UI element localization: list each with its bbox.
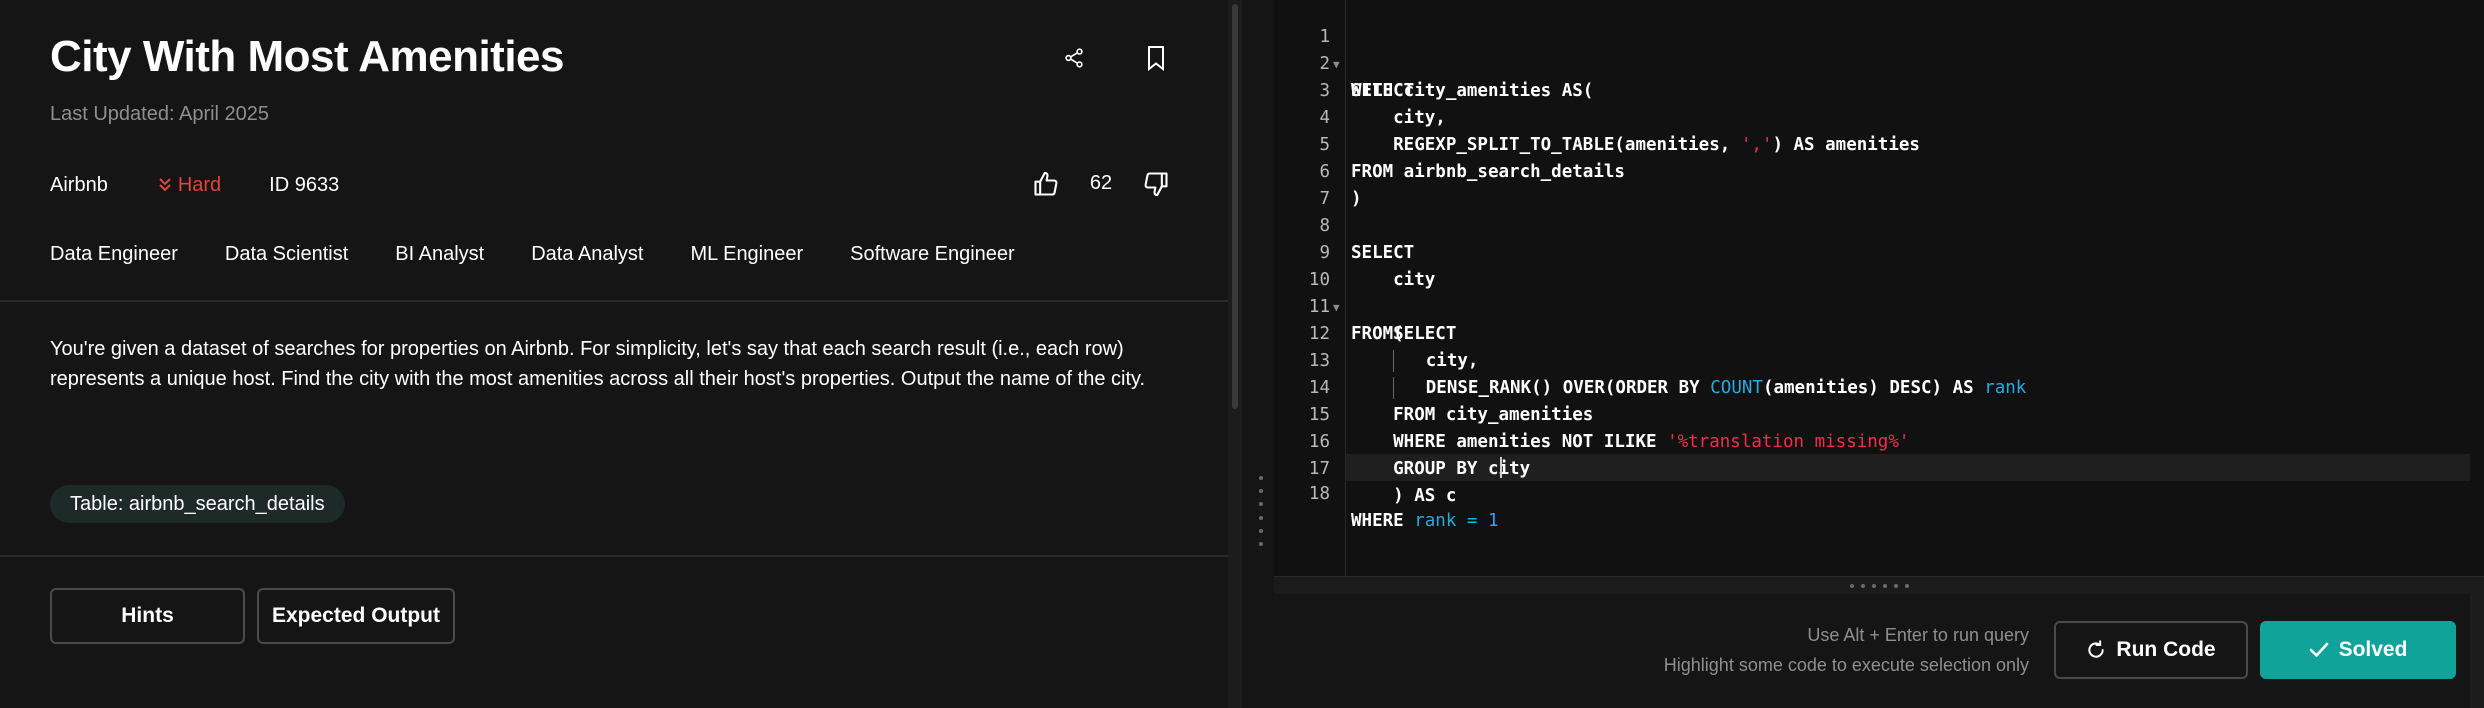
solved-label: Solved	[2338, 638, 2408, 661]
role-tag-software-engineer[interactable]: Software Engineer	[850, 243, 1015, 266]
code-line[interactable]: 18 WHERE rank = 1	[1274, 454, 2484, 531]
role-tag-ml-engineer[interactable]: ML Engineer	[691, 243, 804, 266]
code-line[interactable]: 10 ▼ FROM(	[1274, 240, 2484, 344]
difficulty-label: Hard	[177, 173, 222, 196]
code-line[interactable]: 3 city,	[1274, 51, 2484, 128]
drag-dot	[1849, 583, 1854, 588]
table-chip[interactable]: Table: airbnb_search_details	[50, 485, 345, 523]
run-shortcut-hint: Use Alt + Enter to run query	[1807, 625, 2029, 645]
code-line[interactable]: 12 city,	[1274, 294, 2484, 372]
like-button[interactable]	[1026, 164, 1066, 204]
drag-dot	[1904, 583, 1909, 588]
drag-dot	[1259, 528, 1263, 533]
hints-button[interactable]: Hints	[50, 588, 245, 644]
difficulty-badge: Hard	[158, 174, 221, 197]
code-line[interactable]: 6 )	[1274, 132, 2484, 209]
thumbs-up-icon	[1034, 171, 1058, 196]
code-line[interactable]: 15 WHERE amenities NOT ILIKE '%translati…	[1274, 375, 2484, 452]
drag-dot	[1871, 583, 1876, 588]
drag-dot	[1259, 489, 1263, 494]
divider	[0, 300, 1228, 302]
role-tags: Data Engineer Data Scientist BI Analyst …	[50, 243, 1015, 266]
double-chevron-down-icon	[159, 178, 171, 192]
code-line[interactable]: 2 SELECT	[1274, 24, 2484, 101]
drag-dot	[1882, 583, 1887, 588]
toolbar-scrollbar[interactable]	[2470, 594, 2484, 708]
check-icon	[2309, 642, 2328, 657]
code-line[interactable]: 9 city	[1274, 213, 2484, 290]
expected-output-button[interactable]: Expected Output	[257, 588, 455, 644]
drag-dot	[1259, 502, 1263, 507]
code-line[interactable]: 7	[1274, 159, 2484, 209]
code-number: 1	[1487, 511, 1499, 531]
selection-hint: Highlight some code to execute selection…	[1663, 655, 2029, 675]
role-tag-bi-analyst[interactable]: BI Analyst	[395, 243, 484, 266]
drag-dot	[1893, 583, 1898, 588]
editor-scrollbar[interactable]	[2470, 0, 2484, 576]
line-number: 18	[1308, 484, 1330, 504]
thumbs-down-icon	[1144, 172, 1168, 197]
drag-dot	[1259, 541, 1263, 546]
code-operator: =	[1456, 511, 1488, 531]
question-description: You're given a dataset of searches for p…	[50, 338, 1146, 390]
editor-resize-handle[interactable]	[1274, 576, 2484, 594]
run-code-label: Run Code	[2116, 638, 2216, 661]
share-icon	[1065, 48, 1083, 68]
code-identifier: rank	[1414, 511, 1457, 531]
code-line[interactable]: 13 DENSE_RANK() OVER(ORDER BY COUNT(amen…	[1274, 321, 2484, 399]
panel-splitter[interactable]	[1242, 0, 1274, 708]
page-title: City With Most Amenities	[50, 32, 565, 81]
bookmark-icon	[1148, 46, 1164, 71]
code-line[interactable]: 5 FROM airbnb_search_details	[1274, 105, 2484, 182]
last-updated: Last Updated: April 2025	[50, 103, 270, 125]
drag-dot	[1259, 476, 1263, 480]
code-line[interactable]: 1 ▼ WITH city_amenities AS(	[1274, 0, 2484, 101]
run-code-button[interactable]: Run Code	[2054, 621, 2248, 679]
role-tag-data-scientist[interactable]: Data Scientist	[225, 243, 348, 266]
refresh-icon	[2088, 640, 2105, 658]
question-id: ID 9633	[269, 173, 340, 196]
code-text: ) AS c	[1351, 486, 1457, 506]
question-scrollbar-thumb[interactable]	[1232, 4, 1238, 409]
code-line[interactable]: 16 GROUP BY city	[1274, 402, 2484, 479]
splitter-handle[interactable]	[1258, 476, 1264, 546]
drag-dot	[1259, 515, 1263, 520]
code-line[interactable]: 17 ) AS c	[1274, 429, 2484, 506]
code-line[interactable]: 11 SELECT	[1274, 267, 2484, 344]
share-button[interactable]	[1054, 38, 1094, 78]
role-tag-data-engineer[interactable]: Data Engineer	[50, 243, 178, 266]
code-text: WHERE	[1351, 511, 1415, 531]
code-line[interactable]: 4 REGEXP_SPLIT_TO_TABLE(amenities, ',') …	[1274, 78, 2484, 155]
code-line[interactable]: 8 SELECT	[1274, 186, 2484, 263]
role-tag-data-analyst[interactable]: Data Analyst	[531, 243, 643, 266]
dislike-button[interactable]	[1136, 164, 1176, 204]
text-caret	[1500, 457, 1502, 478]
like-count: 62	[1089, 172, 1113, 194]
company-name: Airbnb	[50, 173, 108, 196]
bookmark-button[interactable]	[1136, 38, 1176, 78]
question-meta: Airbnb Hard ID 9633	[50, 172, 339, 198]
drag-dot	[1860, 583, 1865, 588]
solved-button[interactable]: Solved	[2260, 621, 2456, 679]
divider	[0, 555, 1228, 557]
code-line[interactable]: 14 FROM city_amenities	[1274, 348, 2484, 425]
